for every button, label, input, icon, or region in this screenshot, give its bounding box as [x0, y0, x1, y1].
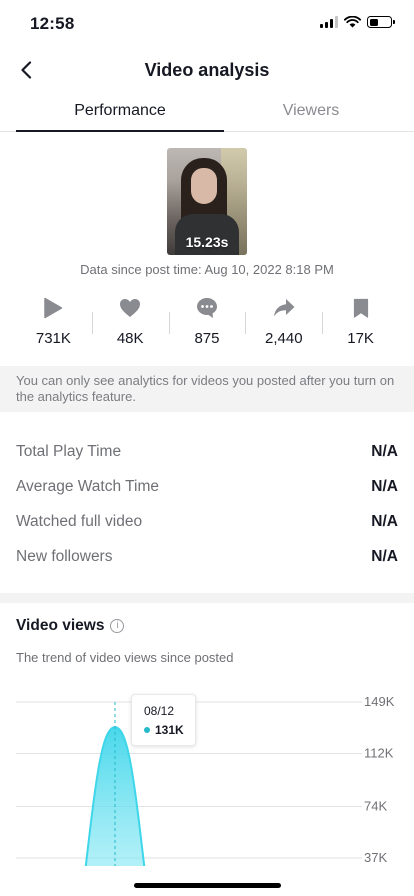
metric-value: N/A — [371, 477, 398, 495]
metric-value: N/A — [371, 547, 398, 565]
thumbnail-face — [191, 168, 217, 204]
stat-favorites: 17K — [322, 296, 399, 352]
tab-performance[interactable]: Performance — [16, 102, 224, 120]
info-icon[interactable]: i — [110, 619, 125, 633]
share-icon — [273, 299, 295, 317]
status-icons — [320, 16, 395, 28]
metric-row: Watched full video N/A — [16, 504, 398, 539]
cellular-signal-icon — [320, 16, 338, 28]
stat-shares: 2,440 — [245, 296, 322, 352]
metric-row: Total Play Time N/A — [16, 434, 398, 469]
analytics-notice: You can only see analytics for videos yo… — [0, 366, 414, 412]
comment-icon — [196, 298, 217, 318]
stat-value: 2,440 — [265, 330, 303, 347]
stat-value: 731K — [35, 330, 71, 347]
stat-likes: 48K — [91, 296, 169, 352]
status-time: 12:58 — [30, 14, 75, 33]
tooltip-date: 08/12 — [144, 704, 175, 718]
y-tick-label: 112K — [364, 746, 394, 761]
chart-area-series — [84, 726, 146, 866]
battery-icon — [367, 16, 395, 28]
bookmark-icon — [353, 298, 368, 318]
chart-tooltip: 08/12 131K — [131, 694, 196, 746]
page-title: Video analysis — [144, 60, 270, 80]
stat-comments: 875 — [168, 296, 246, 352]
video-thumbnail[interactable]: 15.23s — [167, 148, 247, 255]
heart-icon — [120, 299, 141, 317]
stat-value: 875 — [194, 330, 220, 347]
metric-value: N/A — [371, 512, 398, 530]
stats-row: 731K 48K 875 2,440 17K — [15, 296, 399, 352]
metric-label: Average Watch Time — [16, 477, 160, 495]
video-views-chart[interactable]: 149K 112K 74K 37K — [0, 690, 414, 866]
metric-value: N/A — [371, 442, 398, 460]
metrics-list: Total Play Time N/A Average Watch Time N… — [16, 434, 398, 574]
tab-viewers[interactable]: Viewers — [224, 102, 398, 120]
section-divider — [0, 593, 414, 603]
stat-value: 48K — [116, 330, 144, 347]
video-duration: 15.23s — [185, 234, 229, 250]
data-since-text: Data since post time: Aug 10, 2022 8:18 … — [80, 262, 334, 277]
active-tab-indicator — [16, 130, 224, 132]
play-icon — [44, 297, 63, 319]
metric-label: Watched full video — [16, 512, 143, 530]
y-tick-label: 74K — [364, 798, 387, 813]
y-tick-label: 37K — [364, 850, 387, 865]
tooltip-value-row: 131K — [144, 723, 195, 737]
tooltip-value: 131K — [155, 723, 184, 737]
stat-plays: 731K — [15, 296, 92, 352]
metric-label: Total Play Time — [16, 442, 122, 460]
video-views-title: Video views — [16, 617, 105, 634]
home-indicator[interactable] — [134, 883, 281, 888]
tab-bar: Performance Viewers — [0, 96, 414, 132]
metric-row: New followers N/A — [16, 539, 398, 574]
metric-label: New followers — [16, 547, 113, 565]
y-tick-label: 149K — [364, 694, 395, 709]
series-dot — [144, 727, 150, 733]
status-bar: 12:58 — [0, 0, 414, 48]
chart-svg: 149K 112K 74K 37K — [16, 694, 395, 866]
video-views-heading: Video views i — [16, 617, 125, 635]
video-views-subtitle: The trend of video views since posted — [16, 650, 234, 665]
wifi-icon — [344, 16, 361, 28]
metric-row: Average Watch Time N/A — [16, 469, 398, 504]
nav-bar: Video analysis — [0, 48, 414, 92]
stat-value: 17K — [347, 330, 374, 347]
